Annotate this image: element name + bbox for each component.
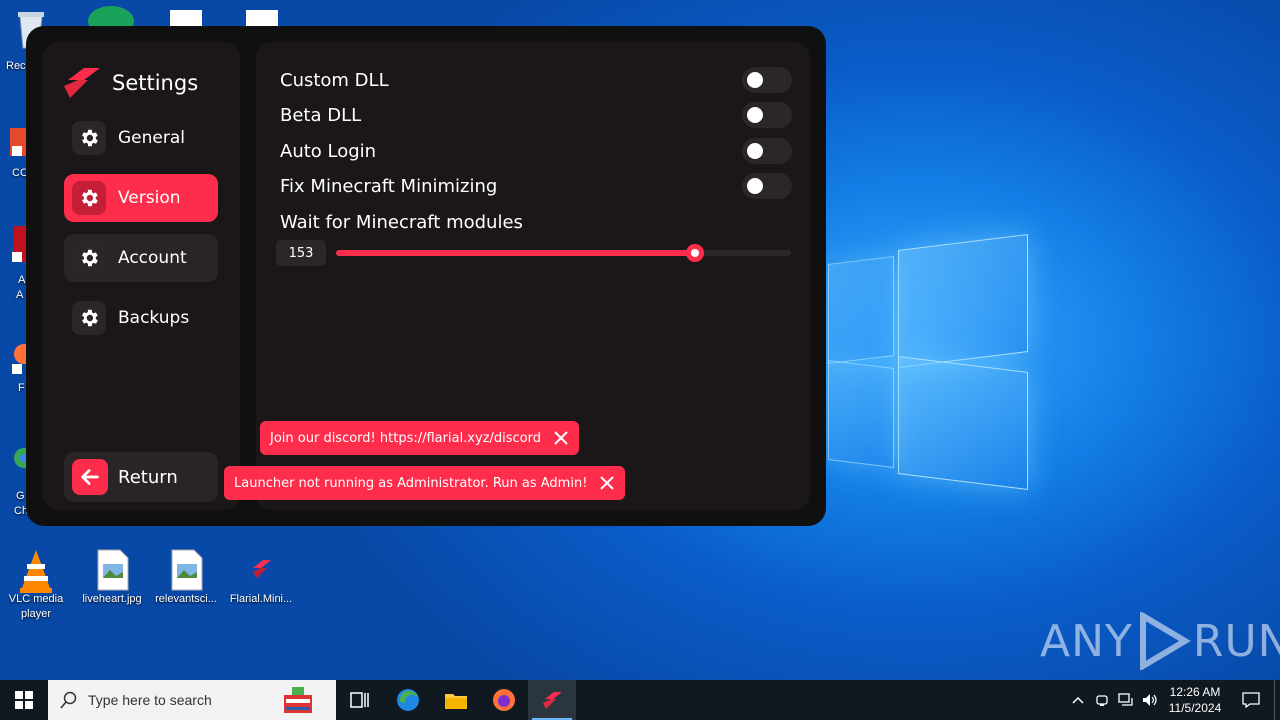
desktop-partial-label: G (16, 490, 25, 502)
desktop-partial-label: Rec (6, 60, 26, 72)
taskbar-edge[interactable] (384, 680, 432, 720)
toast-text: Join our discord! https://flarial.xyz/di… (270, 430, 542, 446)
return-label: Return (118, 466, 178, 488)
search-icon (60, 691, 77, 709)
sidebar: Settings General Version Account Backups (42, 42, 240, 510)
windows-icon (15, 691, 33, 709)
page-title: Settings (112, 71, 199, 95)
launcher-window: Settings General Version Account Backups (26, 26, 826, 526)
clock[interactable]: 12:26 AM 11/5/2024 (1162, 684, 1228, 716)
wait-modules-slider: 153 (276, 240, 792, 266)
task-view-icon (350, 692, 369, 708)
gear-icon (72, 181, 106, 215)
setting-row-auto-login: Auto Login (280, 137, 792, 165)
sidebar-item-label: Backups (118, 308, 190, 328)
desktop-icon-flarial[interactable]: Flarial.Mini... (225, 548, 297, 607)
gear-icon (72, 121, 106, 155)
flarial-logo-icon (64, 68, 100, 98)
slider-value-field[interactable]: 153 (276, 240, 326, 266)
tray-app-icon[interactable] (1090, 693, 1114, 707)
clock-date: 11/5/2024 (1168, 701, 1222, 715)
firefox-icon (493, 689, 515, 711)
setting-row-wait-modules: Wait for Minecraft modules (280, 208, 792, 236)
search-placeholder: Type here to search (88, 692, 212, 708)
desktop-icon-vlc[interactable]: VLC media player (0, 548, 72, 622)
notifications-button[interactable] (1228, 692, 1274, 708)
vlc-icon (16, 548, 56, 593)
setting-row-fix-minimizing: Fix Minecraft Minimizing (280, 172, 792, 200)
volume-icon[interactable] (1138, 693, 1162, 707)
auto-login-toggle[interactable] (742, 138, 792, 164)
setting-label: Custom DLL (280, 69, 389, 91)
anyrun-watermark: ANY RUN (1040, 612, 1280, 670)
gear-icon (72, 241, 106, 275)
gear-icon (72, 301, 106, 335)
network-icon[interactable] (1114, 693, 1138, 707)
sidebar-item-label: Account (118, 248, 187, 268)
image-file-icon (166, 548, 206, 591)
slider-thumb[interactable] (686, 244, 705, 262)
toggle-knob (747, 107, 763, 123)
sidebar-item-label: General (118, 128, 185, 148)
flarial-icon (241, 548, 281, 588)
toggle-knob (747, 143, 763, 159)
taskbar: Type here to search 12:26 AM 11/5/2024 (0, 680, 1280, 720)
desktop-icon-relevantsci[interactable]: relevantsci... (150, 548, 222, 607)
sidebar-item-label: Version (118, 188, 181, 208)
taskbar-flarial[interactable] (528, 680, 576, 720)
show-desktop-button[interactable] (1274, 680, 1280, 720)
start-button[interactable] (0, 680, 48, 720)
desktop-icon-liveheart[interactable]: liveheart.jpg (76, 548, 148, 607)
fix-minimizing-toggle[interactable] (742, 173, 792, 199)
toast-text: Launcher not running as Administrator. R… (234, 475, 588, 491)
toast-admin-warning: Launcher not running as Administrator. R… (224, 466, 626, 500)
slider-track[interactable] (336, 244, 791, 262)
taskbar-firefox[interactable] (480, 680, 528, 720)
desktop-partial-label: F (18, 382, 25, 394)
windows-logo-wallpaper (828, 190, 1068, 520)
chevron-up-icon[interactable] (1066, 696, 1090, 704)
toast-discord: Join our discord! https://flarial.xyz/di… (260, 421, 580, 455)
task-view-button[interactable] (336, 680, 384, 720)
setting-label: Auto Login (280, 140, 377, 162)
setting-row-beta-dll: Beta DLL (280, 101, 792, 129)
sidebar-item-general[interactable]: General (64, 114, 218, 162)
sidebar-item-backups[interactable]: Backups (64, 294, 218, 342)
taskbar-search[interactable]: Type here to search (48, 680, 336, 720)
close-icon[interactable] (553, 430, 569, 446)
close-icon[interactable] (599, 475, 615, 491)
toggle-knob (747, 72, 763, 88)
arrow-left-icon (72, 459, 108, 495)
desktop-icon-label: relevantsci... (155, 593, 217, 605)
play-icon (1139, 612, 1191, 670)
desktop-icon-label: VLC media player (8, 593, 64, 620)
sidebar-item-account[interactable]: Account (64, 234, 218, 282)
sidebar-item-version[interactable]: Version (64, 174, 218, 222)
folder-icon (445, 694, 467, 709)
setting-row-custom-dll: Custom DLL (280, 66, 792, 94)
desktop-icon-label: Flarial.Mini... (229, 593, 293, 605)
brand: Settings (62, 66, 198, 100)
slider-fill (336, 250, 696, 256)
custom-dll-toggle[interactable] (742, 67, 792, 93)
return-button[interactable]: Return (64, 452, 218, 502)
desktop-icon-label: liveheart.jpg (82, 593, 142, 605)
notification-icon (1242, 692, 1260, 708)
setting-label: Wait for Minecraft modules (280, 211, 523, 233)
beta-dll-toggle[interactable] (742, 102, 792, 128)
edge-icon (397, 689, 419, 711)
desktop-partial-label: A (16, 289, 24, 301)
search-highlight-icon (284, 687, 312, 713)
taskbar-file-explorer[interactable] (432, 680, 480, 720)
setting-label: Fix Minecraft Minimizing (280, 175, 498, 197)
image-file-icon (92, 548, 132, 591)
flarial-icon (543, 692, 562, 709)
toggle-knob (747, 178, 763, 194)
system-tray: 12:26 AM 11/5/2024 (1066, 680, 1280, 720)
setting-label: Beta DLL (280, 104, 362, 126)
desktop-partial-label: A (18, 274, 26, 286)
clock-time: 12:26 AM (1169, 685, 1221, 699)
